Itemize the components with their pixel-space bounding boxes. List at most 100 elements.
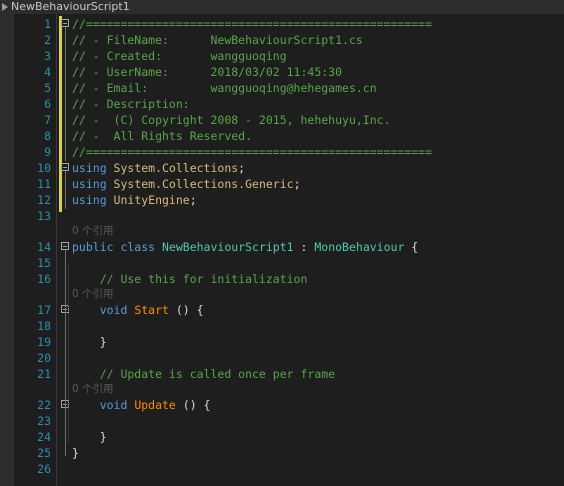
code-token: // Use this for initialization	[72, 272, 308, 286]
code-line[interactable]: 26	[0, 461, 564, 477]
code-text: }	[72, 334, 107, 350]
code-line[interactable]: 23	[0, 413, 564, 429]
code-line[interactable]: 25}	[0, 445, 564, 461]
code-line[interactable]: 18	[0, 318, 564, 334]
line-number: 24	[37, 430, 51, 444]
code-editor[interactable]: 1 //=====================================…	[0, 14, 564, 486]
codelens-start-references[interactable]: 0 个引用	[72, 287, 114, 301]
collapse-icon[interactable]	[61, 19, 69, 27]
collapse-icon[interactable]	[61, 242, 69, 250]
line-number: 7	[44, 113, 51, 127]
pin-icon	[2, 3, 8, 11]
code-token: using	[72, 193, 114, 207]
line-number: 25	[37, 446, 51, 460]
code-token: ;	[238, 161, 246, 175]
codelens-class-references[interactable]: 0 个引用	[72, 224, 114, 238]
codelens-update-references[interactable]: 0 个引用	[72, 382, 114, 396]
code-token: // - (C) Copyright 2008 - 2015, hehehuyu…	[72, 113, 391, 127]
code-text: // Use this for initialization	[72, 271, 308, 287]
line-number: 19	[37, 335, 51, 349]
code-text: using System.Collections.Generic;	[72, 176, 301, 192]
line-number: 23	[37, 414, 51, 428]
code-line[interactable]: 15	[0, 255, 564, 271]
fold-guide-usings	[65, 171, 66, 209]
code-line[interactable]: 7 // - (C) Copyright 2008 - 2015, hehehuy…	[0, 112, 564, 128]
code-token: {	[404, 240, 419, 254]
line-number: 3	[44, 49, 51, 63]
code-line[interactable]: 22 void Update () {	[0, 397, 564, 413]
line-number: 21	[37, 367, 51, 381]
code-text: void Start () {	[72, 302, 204, 318]
code-text: // - FileName: NewBehaviourScript1.cs	[72, 32, 363, 48]
code-token: ;	[189, 193, 197, 207]
code-token: Update	[134, 398, 176, 412]
code-line[interactable]: 2 // - FileName: NewBehaviourScript1.cs	[0, 32, 564, 48]
code-token: }	[72, 430, 107, 444]
code-text: using System.Collections;	[72, 160, 245, 176]
code-text: using UnityEngine;	[72, 192, 197, 208]
line-number: 12	[37, 193, 51, 207]
code-token: () {	[175, 398, 211, 412]
line-number: 14	[37, 240, 51, 254]
code-line[interactable]: 4 // - UserName: 2018/03/02 11:45:30	[0, 64, 564, 80]
code-line[interactable]: 20	[0, 350, 564, 366]
code-line[interactable]: 1 //=====================================…	[0, 16, 564, 32]
code-line[interactable]: 21 // Update is called once per frame	[0, 366, 564, 382]
code-token: MonoBehaviour	[314, 240, 405, 254]
line-number: 15	[37, 256, 51, 270]
line-number: 11	[37, 177, 51, 191]
code-line[interactable]: 19 }	[0, 334, 564, 350]
code-line[interactable]: 13	[0, 208, 564, 224]
code-token: // - Created: wangguoqing	[72, 49, 287, 63]
line-number: 22	[37, 398, 51, 412]
code-line[interactable]: 16 // Use this for initialization	[0, 271, 564, 287]
code-line[interactable]: 8 // - All Rights Reserved.	[0, 128, 564, 144]
code-line[interactable]: 11 using System.Collections.Generic;	[0, 176, 564, 192]
code-text: // - UserName: 2018/03/02 11:45:30	[72, 64, 342, 80]
line-number: 9	[44, 145, 51, 159]
code-token: Start	[134, 303, 169, 317]
code-line[interactable]: 17 void Start () {	[0, 302, 564, 318]
fold-guide-header	[65, 27, 66, 161]
code-token: void	[72, 303, 135, 317]
code-line[interactable]: 3 // - Created: wangguoqing	[0, 48, 564, 64]
code-token: NewBehaviourScript1	[162, 240, 294, 254]
code-line[interactable]: 14 public class NewBehaviourScript1 : Mon…	[0, 239, 564, 255]
code-token: // - Description:	[72, 97, 190, 111]
fold-guide-start	[65, 313, 66, 343]
line-number: 18	[37, 319, 51, 333]
code-token: ;	[293, 177, 301, 191]
line-number: 17	[37, 303, 51, 317]
code-token: System.Collections.Generic	[113, 177, 294, 191]
code-text: }	[72, 445, 79, 461]
document-tab-title: NewBehaviourScript1	[11, 0, 130, 13]
code-text: // - (C) Copyright 2008 - 2015, hehehuyu…	[72, 112, 391, 128]
code-text: //======================================…	[72, 144, 432, 160]
code-line[interactable]: 10 using System.Collections;	[0, 160, 564, 176]
code-line[interactable]: 9 //=====================================…	[0, 144, 564, 160]
code-token: void	[72, 398, 135, 412]
code-token: // - FileName: NewBehaviourScript1.cs	[72, 33, 363, 47]
code-token: // - All Rights Reserved.	[72, 129, 253, 143]
code-line[interactable]: 24 }	[0, 429, 564, 445]
code-text: }	[72, 429, 107, 445]
code-token: }	[72, 335, 107, 349]
document-tab[interactable]: NewBehaviourScript1	[0, 0, 564, 14]
code-token: // - UserName: 2018/03/02 11:45:30	[72, 65, 343, 79]
indent-guide	[68, 264, 69, 444]
code-text: //======================================…	[72, 16, 432, 32]
line-number: 16	[37, 272, 51, 286]
code-text: // - Email: wangguoqing@hehegames.cn	[72, 80, 377, 96]
line-number: 8	[44, 129, 51, 143]
code-text: // - Description:	[72, 96, 190, 112]
code-text: public class NewBehaviourScript1 : MonoB…	[72, 239, 418, 255]
code-line[interactable]: 6 // - Description:	[0, 96, 564, 112]
line-number: 13	[37, 209, 51, 223]
code-token: // - Email: wangguoqing@hehegames.cn	[72, 81, 377, 95]
collapse-icon[interactable]	[61, 163, 69, 171]
code-token: public class	[72, 240, 163, 254]
code-token: :	[293, 240, 315, 254]
line-number: 10	[37, 161, 51, 175]
code-line[interactable]: 12 using UnityEngine;	[0, 192, 564, 208]
code-line[interactable]: 5 // - Email: wangguoqing@hehegames.cn	[0, 80, 564, 96]
